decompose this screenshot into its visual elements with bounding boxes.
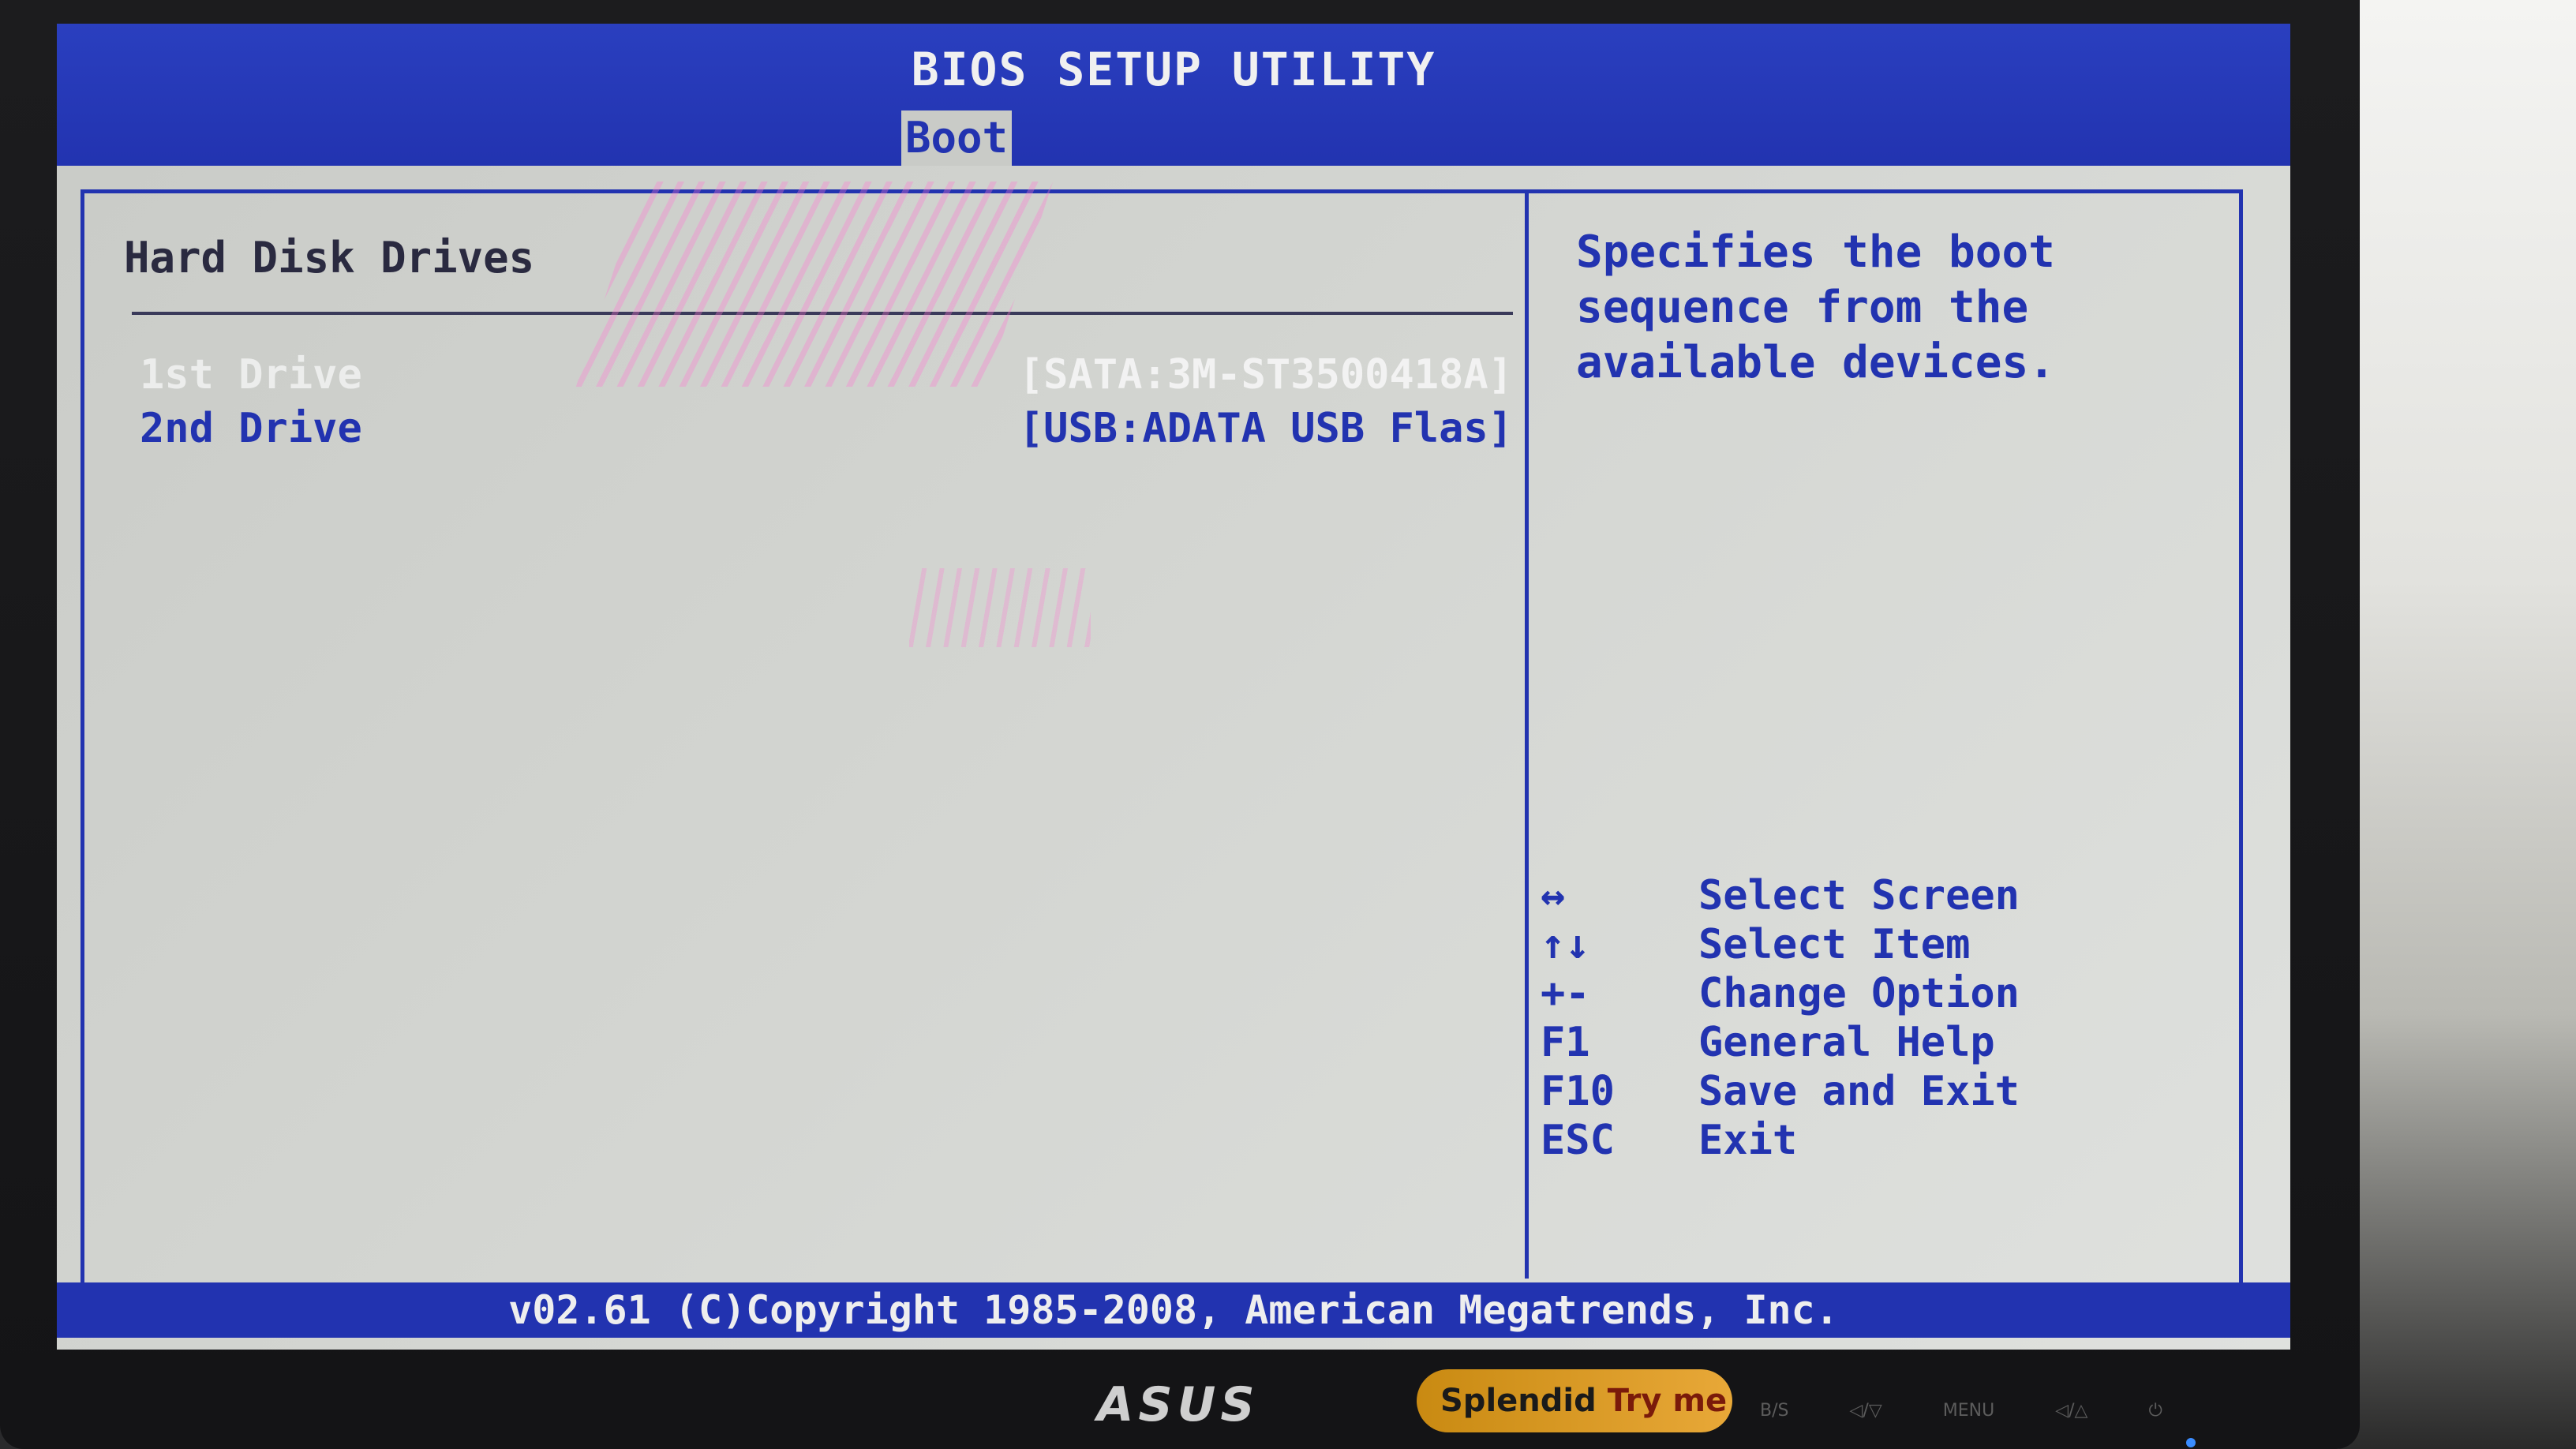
bezel-button-label[interactable]: ◁/▽ (1849, 1401, 1881, 1421)
drive-row-2nd[interactable]: 2nd Drive [USB:ADATA USB Flas] (140, 405, 1513, 460)
key-name: F10 (1541, 1068, 1615, 1115)
asus-logo: ASUS (1097, 1377, 1260, 1432)
help-line: Specifies the boot (1576, 227, 2055, 278)
key-action: Save and Exit (1698, 1068, 2020, 1115)
key-legend: ↔ Select Screen ↑↓ Select Item +- Change… (1541, 872, 2227, 1166)
screen-glare (909, 568, 1091, 647)
app-title: BIOS SETUP UTILITY (911, 43, 1436, 96)
bezel-buttons: B/S ◁/▽ MENU ◁/△ ⏻ (1760, 1401, 2218, 1421)
bezel-button-label[interactable]: ◁/△ (2055, 1401, 2087, 1421)
left-right-arrow-icon: ↔ (1541, 872, 1566, 919)
bezel-button-label[interactable]: MENU (1943, 1401, 1994, 1421)
tab-strip: Boot (57, 110, 2290, 166)
monitor-bezel: BIOS SETUP UTILITY Boot Hard Disk Drives… (0, 0, 2360, 1449)
drive-value[interactable]: [USB:ADATA USB Flas] (1019, 405, 1513, 452)
key-legend-row: ESC Exit (1541, 1117, 2227, 1166)
status-bar: v02.61 (C)Copyright 1985-2008, American … (57, 1282, 2290, 1338)
drive-value[interactable]: [SATA:3M-ST3500418A] (1019, 351, 1513, 399)
bios-screen: BIOS SETUP UTILITY Boot Hard Disk Drives… (57, 24, 2290, 1350)
key-legend-row: F10 Save and Exit (1541, 1068, 2227, 1117)
drive-label: 1st Drive (140, 351, 362, 399)
key-action: General Help (1698, 1019, 1995, 1066)
bezel-button-label[interactable]: B/S (1760, 1401, 1788, 1421)
key-legend-row: +- Change Option (1541, 970, 2227, 1019)
title-bar: BIOS SETUP UTILITY Boot (57, 24, 2290, 166)
power-icon[interactable]: ⏻ (2148, 1401, 2162, 1421)
tab-boot[interactable]: Boot (901, 110, 1012, 166)
key-action: Select Item (1698, 921, 1971, 968)
section-title: Hard Disk Drives (124, 233, 535, 283)
splendid-label: Splendid (1440, 1383, 1597, 1419)
plus-minus-icon: +- (1541, 970, 1590, 1017)
key-legend-row: ↑↓ Select Item (1541, 921, 2227, 970)
key-action: Exit (1698, 1117, 1798, 1164)
key-action: Change Option (1698, 970, 2020, 1017)
screen-glare (575, 182, 1054, 387)
key-legend-row: F1 General Help (1541, 1019, 2227, 1068)
help-line: sequence from the (1576, 282, 2029, 333)
background-wall (2339, 0, 2576, 1449)
tryme-label: Try me (1607, 1383, 1728, 1419)
up-down-arrow-icon: ↑↓ (1541, 921, 1590, 968)
key-action: Select Screen (1698, 872, 2020, 919)
key-name: ESC (1541, 1117, 1615, 1164)
help-panel: Specifies the boot sequence from the ava… (1529, 189, 2243, 1282)
drive-label: 2nd Drive (140, 405, 362, 452)
help-text: Specifies the boot sequence from the ava… (1576, 225, 2223, 391)
key-legend-row: ↔ Select Screen (1541, 872, 2227, 921)
key-name: F1 (1541, 1019, 1590, 1066)
help-line: available devices. (1576, 337, 2055, 388)
splendid-badge: Splendid Try me (1417, 1369, 1732, 1432)
power-led (2186, 1438, 2196, 1447)
